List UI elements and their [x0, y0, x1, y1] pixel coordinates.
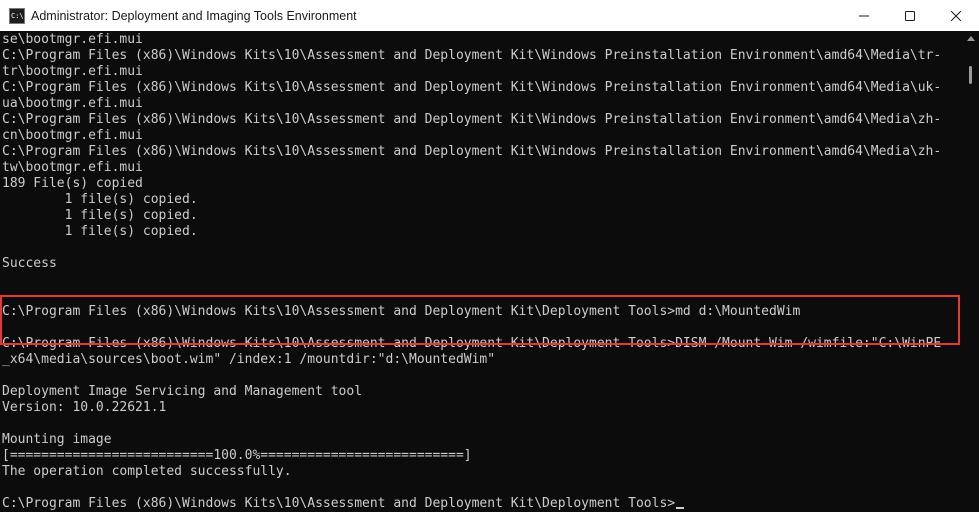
console-line: [==========================100.0%=======…	[2, 448, 472, 463]
console-line: tr\bootmgr.efi.mui	[2, 64, 143, 79]
console-line: Mounting image	[2, 432, 112, 447]
maximize-icon	[905, 10, 915, 21]
console-line: Version: 10.0.22621.1	[2, 400, 167, 415]
console-line: tw\bootmgr.efi.mui	[2, 160, 143, 175]
console-line: se\bootmgr.efi.mui	[2, 32, 143, 47]
console-line: The operation completed successfully.	[2, 464, 292, 479]
console-line: C:\Program Files (x86)\Windows Kits\10\A…	[2, 112, 942, 127]
console-line: 1 file(s) copied.	[2, 192, 198, 207]
console-line: Deployment Image Servicing and Managemen…	[2, 384, 363, 399]
caption-buttons	[841, 0, 979, 31]
console-output[interactable]: se\bootmgr.efi.mui C:\Program Files (x86)…	[0, 31, 962, 512]
console-line: C:\Program Files (x86)\Windows Kits\10\A…	[2, 336, 942, 351]
scrollbar-thumb[interactable]	[969, 66, 972, 84]
minimize-button[interactable]	[841, 0, 887, 31]
console-icon: C:\	[9, 7, 25, 24]
title-bar[interactable]: C:\ Administrator: Deployment and Imagin…	[0, 0, 979, 31]
minimize-icon	[859, 15, 869, 16]
console-line: C:\Program Files (x86)\Windows Kits\10\A…	[2, 144, 942, 159]
console-line: 1 file(s) copied.	[2, 208, 198, 223]
console-line: 1 file(s) copied.	[2, 224, 198, 239]
console-line: ua\bootmgr.efi.mui	[2, 96, 143, 111]
console-line: C:\Program Files (x86)\Windows Kits\10\A…	[2, 48, 942, 63]
text-cursor	[676, 507, 685, 509]
maximize-button[interactable]	[887, 0, 933, 31]
console-line: cn\bootmgr.efi.mui	[2, 128, 143, 143]
close-icon	[951, 10, 961, 21]
console-line: Success	[2, 256, 57, 271]
vertical-scrollbar[interactable]	[962, 31, 979, 512]
scroll-up-arrow-icon[interactable]	[967, 36, 975, 41]
console-window: C:\ Administrator: Deployment and Imagin…	[0, 0, 979, 512]
console-line: C:\Program Files (x86)\Windows Kits\10\A…	[2, 496, 962, 512]
window-title: Administrator: Deployment and Imaging To…	[31, 8, 357, 23]
console-line: C:\Program Files (x86)\Windows Kits\10\A…	[2, 80, 942, 95]
console-line: C:\Program Files (x86)\Windows Kits\10\A…	[2, 304, 801, 319]
console-line: 189 File(s) copied	[2, 176, 143, 191]
close-button[interactable]	[933, 0, 979, 31]
console-line: _x64\media\sources\boot.wim" /index:1 /m…	[2, 352, 496, 367]
